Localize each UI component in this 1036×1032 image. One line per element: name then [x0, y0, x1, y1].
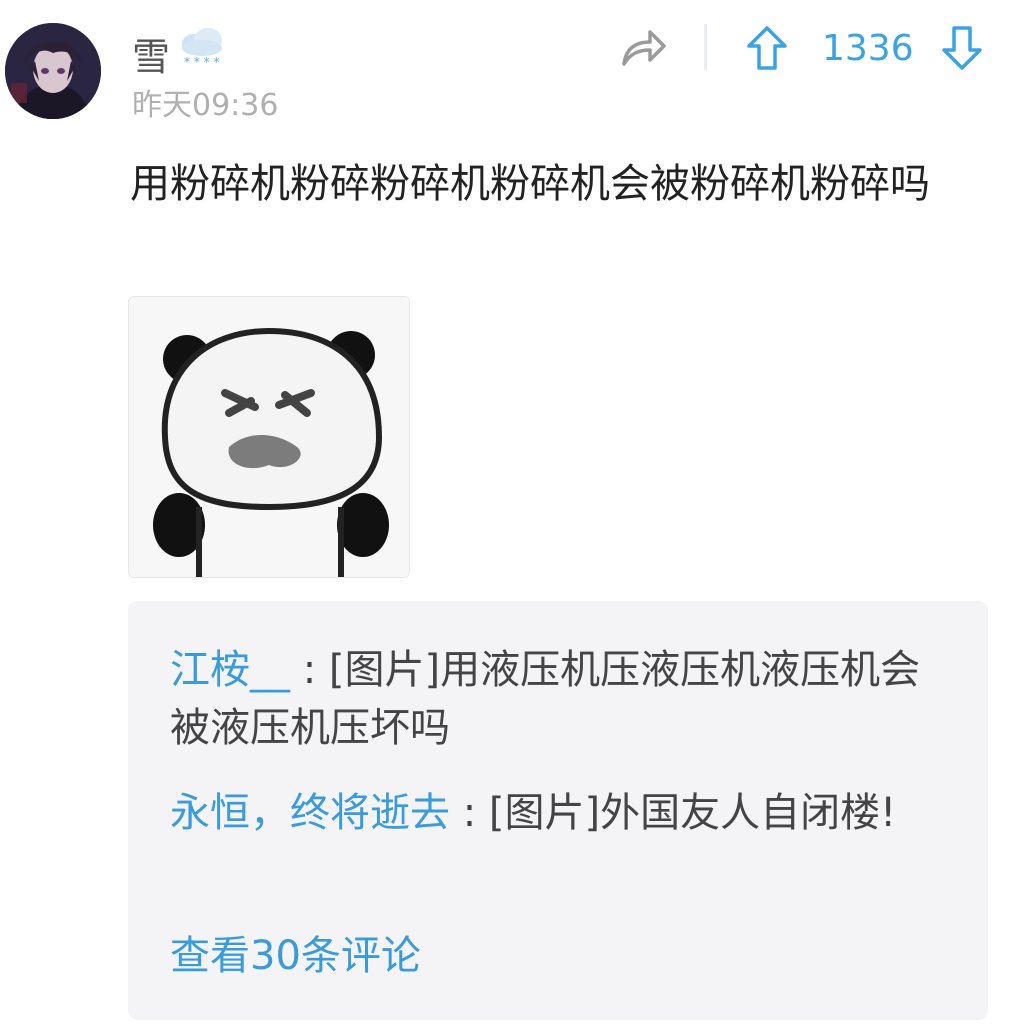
arrow-up-icon: [747, 26, 787, 70]
post-text: 用粉碎机粉碎粉碎机粉碎机会被粉碎机粉碎吗: [130, 161, 930, 207]
comment-separator: :: [290, 647, 329, 693]
arrow-down-icon: [942, 26, 982, 70]
comment-item[interactable]: 永恒，终将逝去 : [图片]外国友人自闭楼!: [170, 784, 960, 842]
vote-count: 1336: [822, 28, 914, 69]
share-icon: [622, 30, 666, 66]
post-image[interactable]: [128, 296, 410, 578]
header-divider: [704, 24, 707, 70]
post-timestamp: 昨天09:36: [132, 88, 279, 123]
avatar[interactable]: [5, 23, 101, 119]
comment-author[interactable]: 永恒，终将逝去: [170, 790, 450, 836]
comment-text: [图片]外国友人自闭楼!: [488, 790, 897, 836]
comment-separator: :: [450, 790, 489, 836]
view-all-comments-link[interactable]: 查看30条评论: [170, 927, 421, 985]
share-button[interactable]: [620, 26, 668, 70]
comment-preview-box: 江桉__ : [图片]用液压机压液压机液压机会被液压机压坏吗 永恒，终将逝去 :…: [128, 601, 988, 1020]
comment-author[interactable]: 江桉__: [170, 647, 290, 693]
comment-item[interactable]: 江桉__ : [图片]用液压机压液压机液压机会被液压机压坏吗: [170, 641, 960, 757]
downvote-button[interactable]: [940, 24, 984, 72]
upvote-button[interactable]: [745, 24, 789, 72]
svg-text:* * * *: * * * *: [184, 55, 219, 69]
snow-cloud-icon: * * * *: [176, 26, 228, 74]
username[interactable]: 雪: [132, 26, 170, 81]
